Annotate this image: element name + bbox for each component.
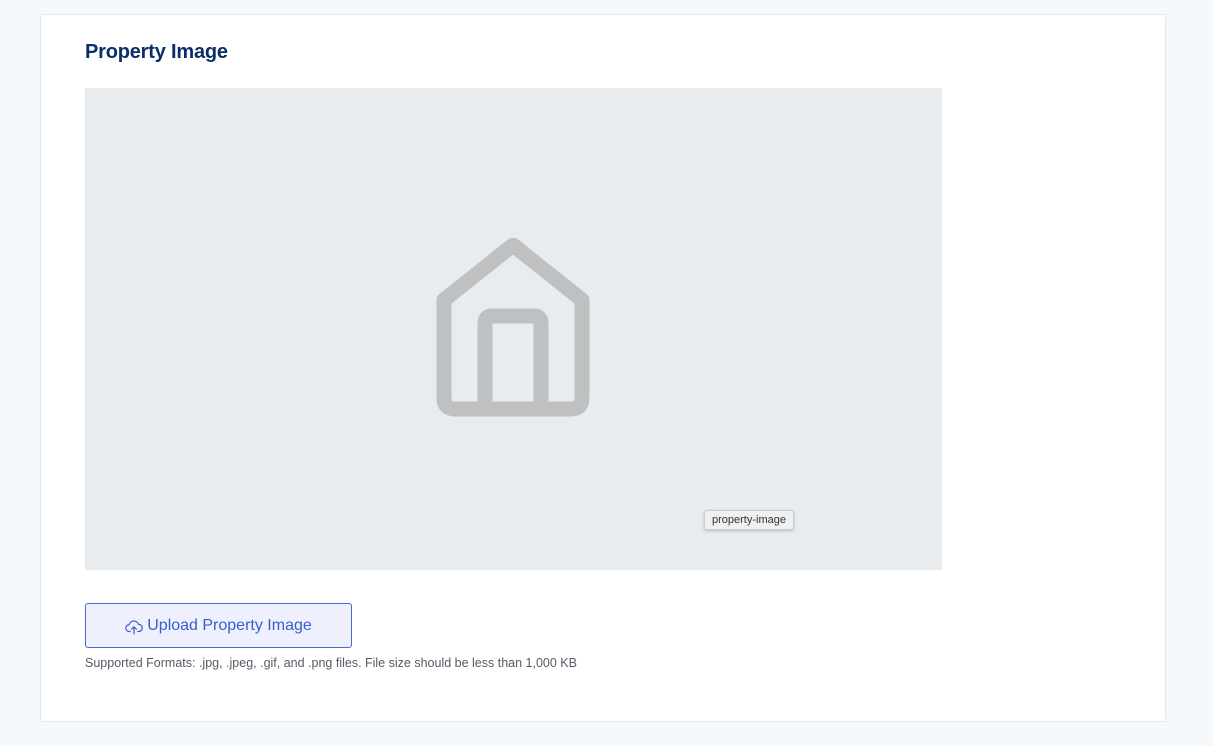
upload-button-label: Upload Property Image xyxy=(147,616,312,634)
upload-property-image-button[interactable]: Upload Property Image xyxy=(85,603,352,648)
cloud-upload-icon xyxy=(125,619,144,634)
image-tooltip: property-image xyxy=(704,510,794,530)
section-title: Property Image xyxy=(85,41,228,63)
house-icon xyxy=(436,238,590,417)
supported-formats-text: Supported Formats: .jpg, .jpeg, .gif, an… xyxy=(85,656,577,670)
property-image-card: Property Image property-image Upload Pro… xyxy=(40,14,1166,722)
property-image-preview[interactable]: property-image xyxy=(85,88,942,570)
